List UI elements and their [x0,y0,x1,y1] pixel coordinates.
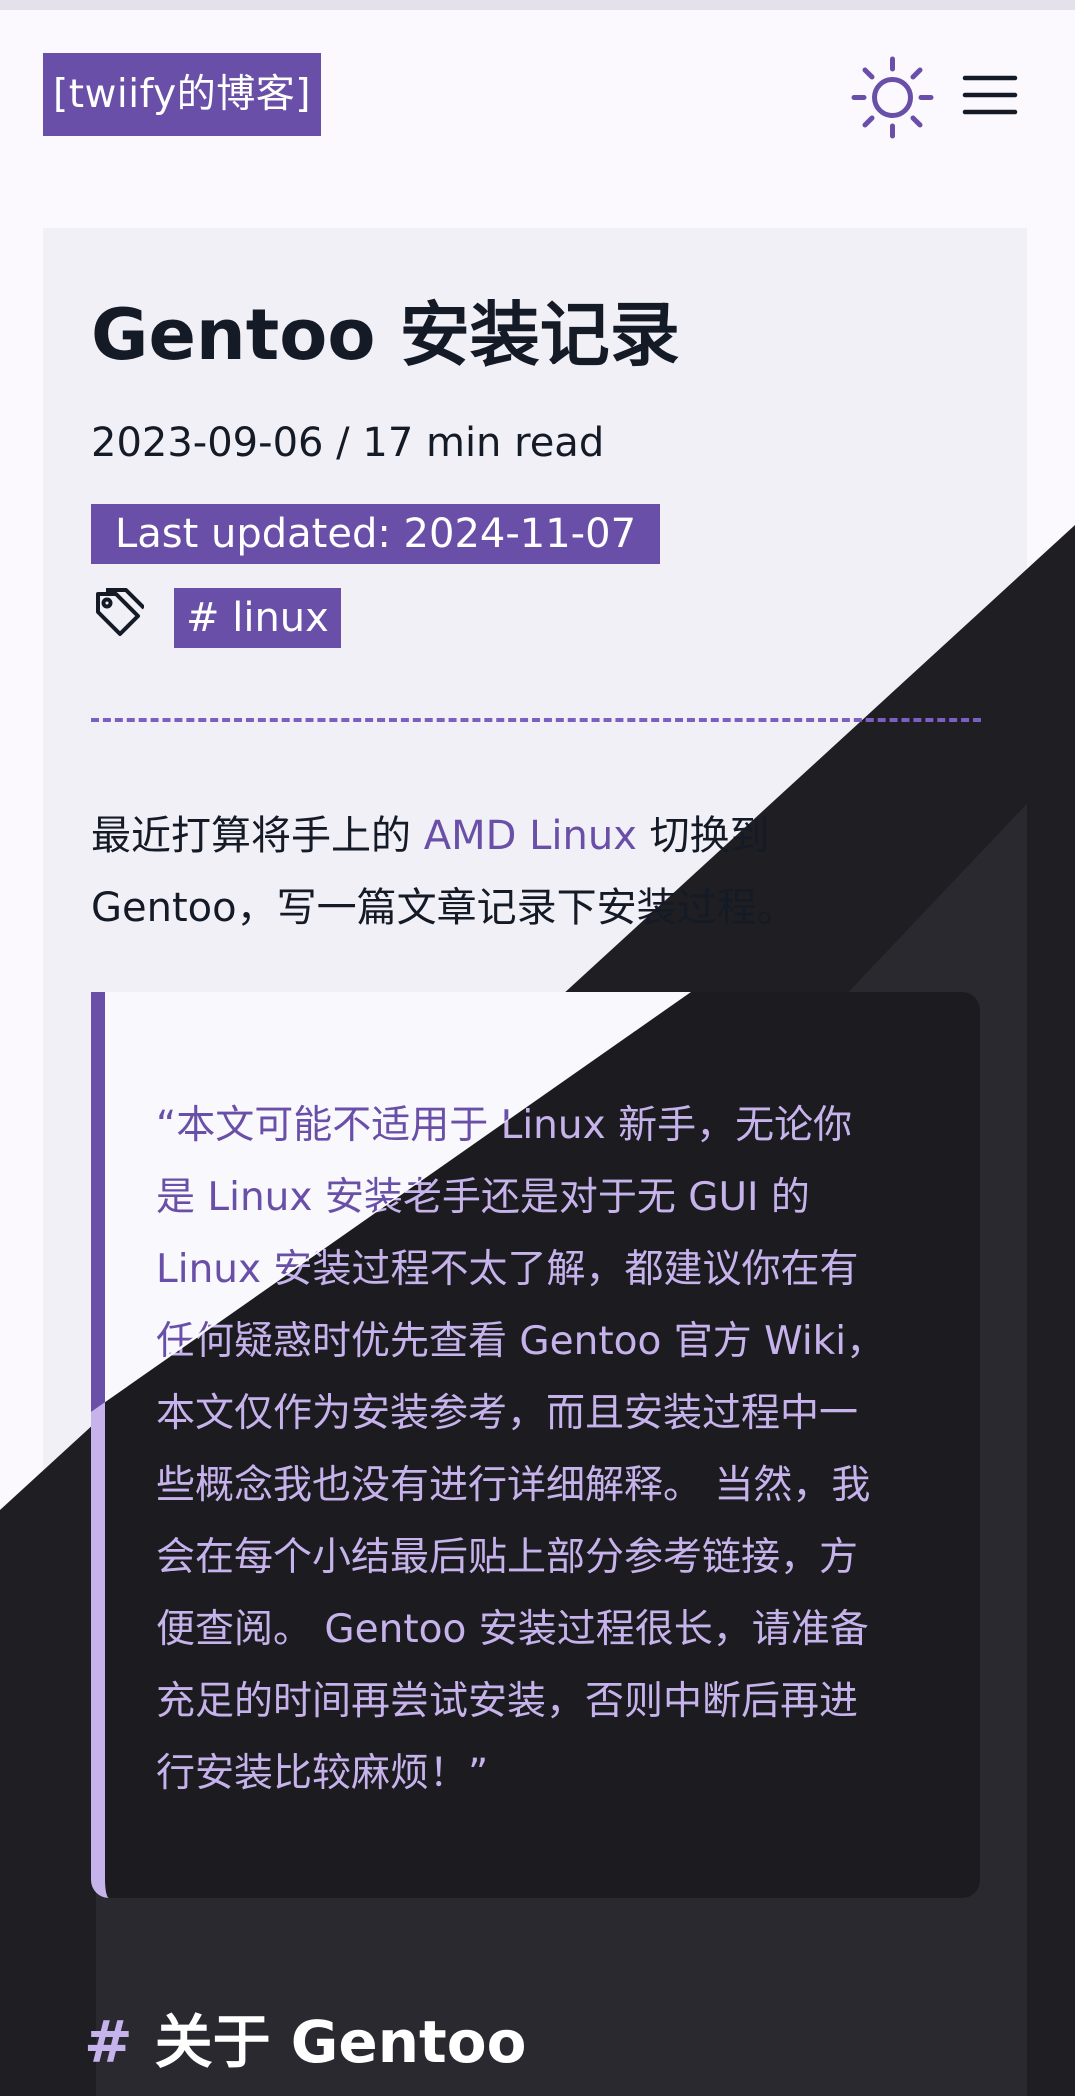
hamburger-menu-icon [962,75,1018,115]
intro-text: 最近打算将手上的 [91,813,424,859]
section-heading: # 关于 Gentoo [84,1995,526,2079]
heading-anchor[interactable]: # [84,2008,133,2076]
site-logo[interactable]: [twiify的博客] [43,53,321,136]
intro-paragraph: 最近打算将手上的 AMD Linux 切换到 Gentoo，写一篇文章记录下安装… [91,800,831,944]
tag-linux[interactable]: # linux [174,588,341,648]
sun-icon [851,56,934,139]
heading-text: 关于 Gentoo [154,2008,527,2076]
article-title: Gentoo 安装记录 [91,294,680,376]
tag-icon [92,588,146,640]
last-updated-badge: Last updated: 2024-11-07 [91,504,661,564]
page-content: [twiify的博客] Gentoo 安装记录 2023-09-06 / 17 … [0,0,1075,2096]
article-meta: 2023-09-06 / 17 min read [91,420,605,466]
theme-toggle-button[interactable] [850,55,935,140]
section-divider [91,718,981,722]
amd-linux-link[interactable]: AMD Linux [424,813,637,859]
menu-button[interactable] [960,70,1020,120]
